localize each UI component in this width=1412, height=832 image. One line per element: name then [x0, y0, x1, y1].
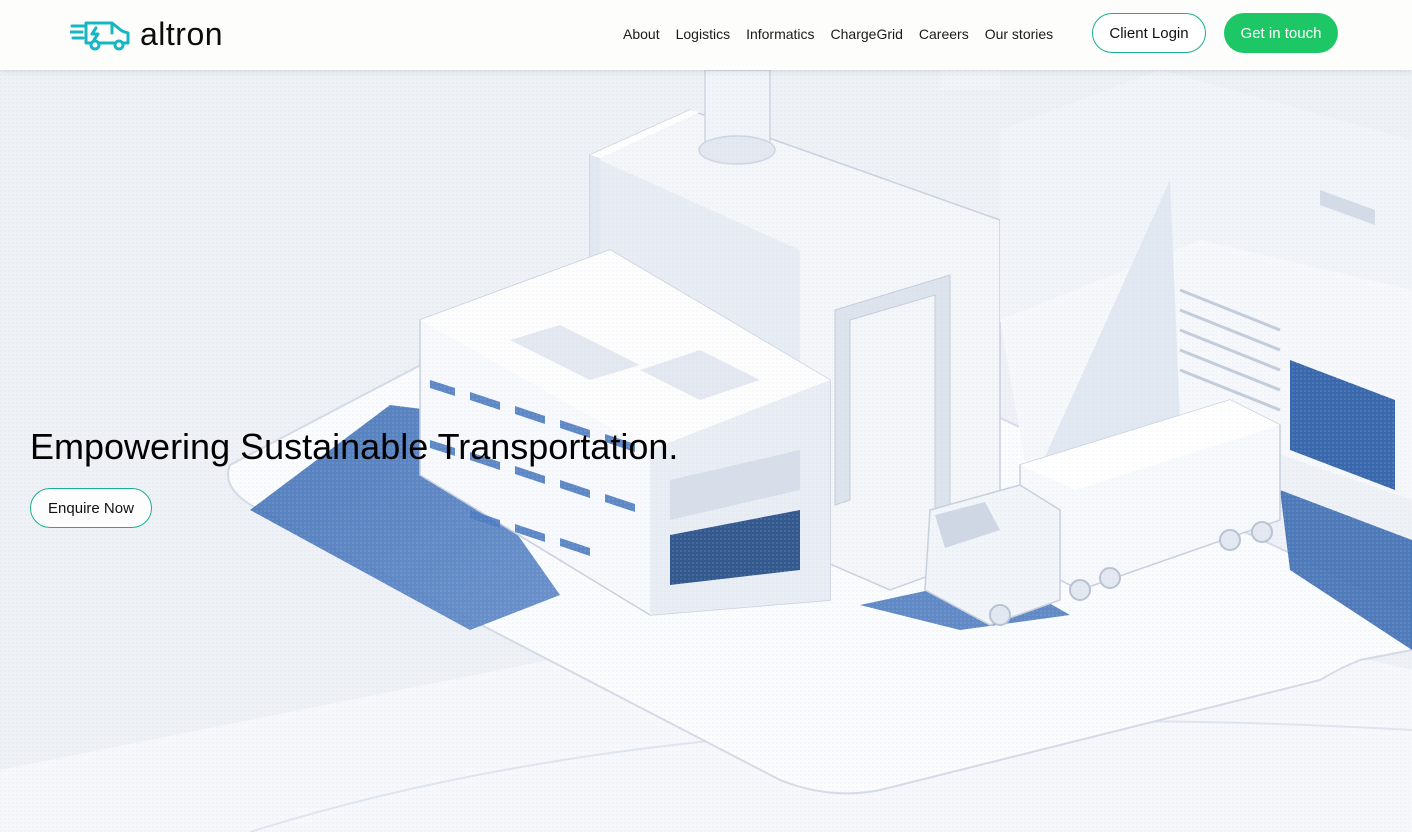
- nav-item-chargegrid[interactable]: ChargeGrid: [831, 22, 903, 46]
- electric-truck-icon: [70, 21, 130, 51]
- brand-logo[interactable]: altron: [70, 14, 223, 54]
- enquire-now-button[interactable]: Enquire Now: [30, 488, 152, 528]
- get-in-touch-button[interactable]: Get in touch: [1224, 13, 1338, 53]
- brand-name: altron: [140, 15, 224, 52]
- hero-section: Empowering Sustainable Transportation. E…: [0, 70, 1412, 832]
- hero-title: Empowering Sustainable Transportation.: [30, 426, 679, 467]
- site-header: altron About Logistics Informatics Charg…: [0, 0, 1412, 70]
- nav-item-about[interactable]: About: [623, 22, 660, 46]
- nav-item-informatics[interactable]: Informatics: [746, 22, 814, 46]
- main-nav: About Logistics Informatics ChargeGrid C…: [615, 22, 1061, 46]
- nav-item-careers[interactable]: Careers: [919, 22, 969, 46]
- nav-item-logistics[interactable]: Logistics: [676, 22, 730, 46]
- nav-item-our-stories[interactable]: Our stories: [985, 22, 1053, 46]
- client-login-button[interactable]: Client Login: [1092, 13, 1206, 53]
